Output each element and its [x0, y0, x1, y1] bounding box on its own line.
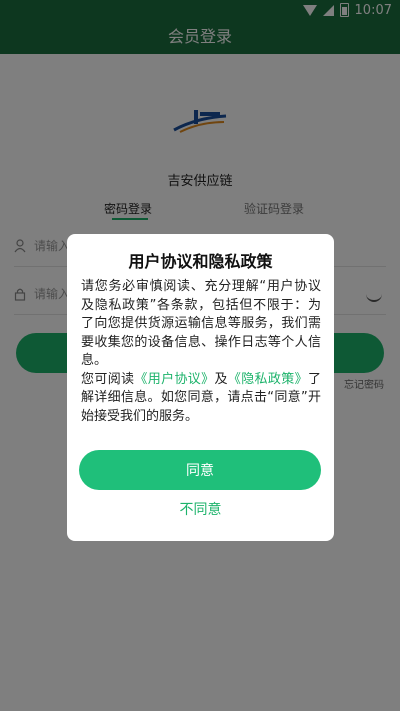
dialog-paragraph-2: 您可阅读《用户协议》及《隐私政策》了解详细信息。如您同意，请点击“同意”开始接受…	[81, 371, 321, 427]
dialog-body: 请您务必审慎阅读、充分理解“用户协议及隐私政策”各条款，包括但不限于：为了向您提…	[81, 278, 321, 426]
user-agreement-link[interactable]: 《用户协议》	[134, 372, 214, 387]
dialog-paragraph-1: 请您务必审慎阅读、充分理解“用户协议及隐私政策”各条款，包括但不限于：为了向您提…	[81, 279, 321, 368]
disagree-button[interactable]: 不同意	[67, 498, 334, 520]
privacy-dialog: 用户协议和隐私政策 请您务必审慎阅读、充分理解“用户协议及隐私政策”各条款，包括…	[67, 234, 334, 541]
agree-button[interactable]: 同意	[79, 450, 321, 490]
paragraph-2-and: 及	[214, 371, 228, 387]
privacy-policy-link[interactable]: 《隐私政策》	[228, 372, 308, 387]
dialog-title: 用户协议和隐私政策	[128, 252, 273, 271]
paragraph-2-prefix: 您可阅读	[81, 371, 135, 387]
